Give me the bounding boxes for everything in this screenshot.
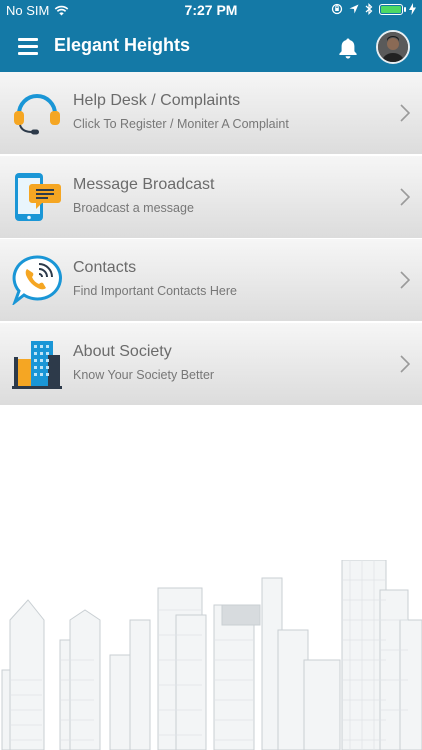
menu-item-subtitle: Click To Register / Moniter A Complaint bbox=[73, 117, 289, 131]
menu-item-label: About Society bbox=[73, 342, 172, 360]
chevron-right-icon bbox=[400, 187, 410, 206]
city-skyline-background bbox=[1, 560, 422, 750]
bluetooth-icon bbox=[365, 3, 373, 15]
buildings-icon bbox=[12, 340, 62, 389]
bell-icon[interactable] bbox=[336, 36, 360, 60]
menu-item-subtitle: Broadcast a message bbox=[73, 200, 194, 215]
rotation-lock-icon bbox=[331, 3, 343, 15]
menu-item-message-broadcast[interactable]: Message Broadcast Broadcast a message bbox=[0, 155, 422, 238]
headset-icon bbox=[14, 94, 60, 135]
menu-item-contacts[interactable]: Contacts Find Important Contacts Here bbox=[0, 239, 422, 321]
menu-item-label: Help Desk / Complaints bbox=[73, 92, 241, 109]
menu-item-label: Message Broadcast bbox=[73, 175, 215, 193]
status-bar: No SIM 7:27 PM bbox=[0, 0, 422, 22]
avatar[interactable] bbox=[376, 30, 410, 64]
charging-icon bbox=[409, 3, 416, 15]
menu-item-label: Contacts bbox=[73, 259, 137, 276]
menu-item-subtitle: Find Important Contacts Here bbox=[73, 284, 237, 298]
location-arrow-icon bbox=[349, 4, 359, 14]
hamburger-icon[interactable] bbox=[18, 38, 38, 55]
chevron-right-icon bbox=[400, 104, 410, 122]
chevron-right-icon bbox=[400, 271, 410, 289]
menu-list: Help Desk / Complaints Click To Register… bbox=[0, 72, 422, 406]
phone-call-icon bbox=[12, 255, 62, 305]
menu-item-about-society[interactable]: About Society Know Your Society Better bbox=[0, 322, 422, 405]
app-bar: No SIM 7:27 PM Elegant Heights bbox=[0, 0, 422, 72]
page-title: Elegant Heights bbox=[54, 35, 191, 55]
phone-message-icon bbox=[15, 172, 61, 221]
chevron-right-icon bbox=[400, 354, 410, 373]
menu-item-help-desk[interactable]: Help Desk / Complaints Click To Register… bbox=[0, 72, 422, 154]
navigation-bar: Elegant Heights bbox=[0, 24, 422, 72]
battery-icon bbox=[379, 3, 406, 15]
menu-item-subtitle: Know Your Society Better bbox=[73, 367, 215, 382]
